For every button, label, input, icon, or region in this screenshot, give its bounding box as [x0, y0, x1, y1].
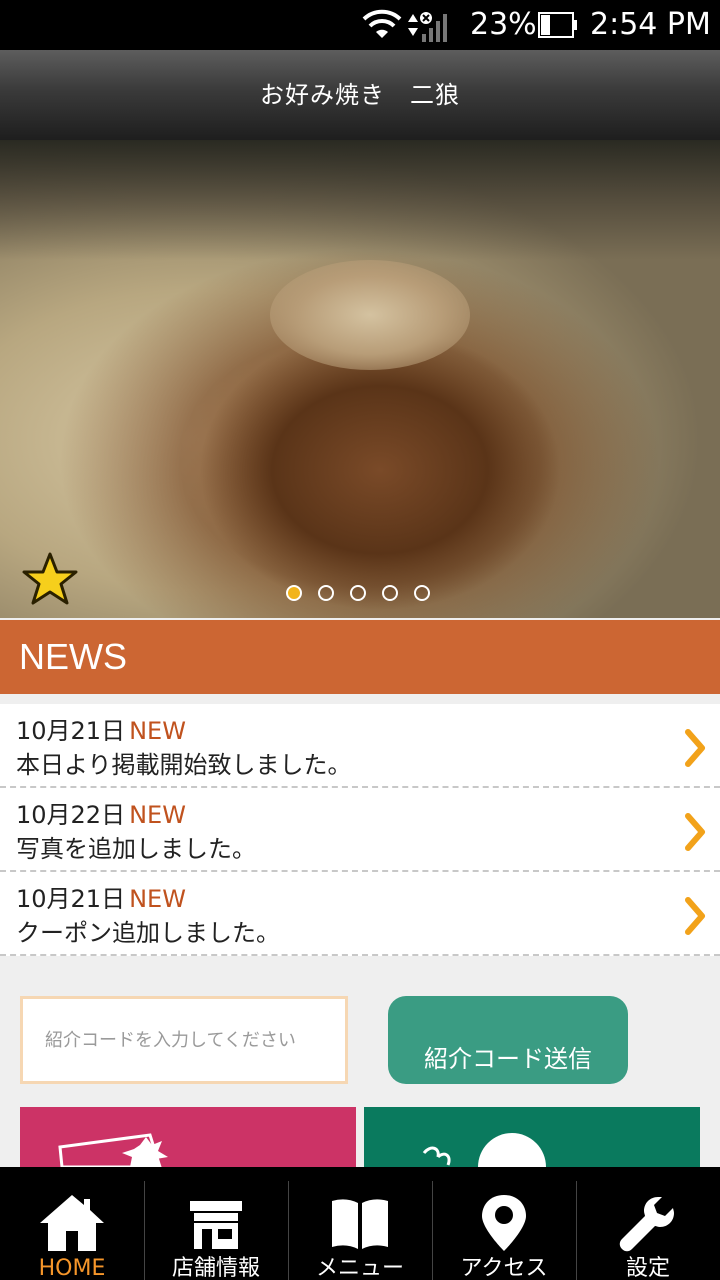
- news-list: 10月21日 NEW 本日より掲載開始致しました。 10月22日 NEW 写真を追加…: [0, 704, 720, 956]
- chevron-right-icon: [685, 897, 705, 935]
- battery-percent: 23%: [470, 7, 537, 42]
- referral-submit-button[interactable]: 紹介コード送信: [388, 996, 628, 1084]
- news-header: NEWS: [0, 620, 720, 694]
- book-icon: [332, 1199, 388, 1249]
- stamp-icon: [422, 1133, 546, 1167]
- news-date: 10月21日: [16, 717, 126, 745]
- battery-icon: [538, 12, 577, 38]
- referral-code-input[interactable]: [20, 996, 348, 1084]
- slide-dot[interactable]: [318, 585, 334, 601]
- favorite-star-icon[interactable]: [22, 552, 78, 606]
- store-icon: [190, 1201, 242, 1249]
- nav-label: アクセス: [460, 1256, 548, 1280]
- map-pin-icon: [482, 1195, 526, 1251]
- nav-home[interactable]: HOME: [0, 1167, 144, 1280]
- chevron-right-icon: [685, 729, 705, 767]
- news-text: 本日より掲載開始致しました。: [16, 751, 352, 779]
- news-date-line: 10月21日 NEW: [16, 884, 186, 914]
- new-badge: NEW: [129, 885, 186, 913]
- news-date-line: 10月22日 NEW: [16, 800, 186, 830]
- slide-dot[interactable]: [350, 585, 366, 601]
- news-date: 10月22日: [16, 801, 126, 829]
- hero-slider[interactable]: [0, 140, 720, 618]
- wrench-icon: [619, 1197, 674, 1252]
- news-item[interactable]: 10月21日 NEW 本日より掲載開始致しました。: [0, 704, 720, 788]
- stamp-tile[interactable]: [364, 1107, 700, 1167]
- news-date-line: 10月21日 NEW: [16, 716, 186, 746]
- news-item[interactable]: 10月22日 NEW 写真を追加しました。: [0, 788, 720, 872]
- nav-label: HOME: [38, 1256, 106, 1280]
- nav-label: メニュー: [315, 1256, 404, 1280]
- slide-dot[interactable]: [286, 585, 302, 601]
- nav-menu[interactable]: メニュー: [288, 1167, 432, 1280]
- new-badge: NEW: [129, 801, 186, 829]
- nav-access[interactable]: アクセス: [432, 1167, 576, 1280]
- slide-dot[interactable]: [414, 585, 430, 601]
- hero-image-topping: [270, 260, 470, 370]
- nav-store-info[interactable]: 店舗情報: [144, 1167, 288, 1280]
- nav-label: 設定: [625, 1256, 670, 1280]
- news-header-label: NEWS: [19, 636, 127, 677]
- news-text: クーポン追加しました。: [16, 919, 280, 947]
- coupon-tile[interactable]: [20, 1107, 356, 1167]
- clock: 2:54 PM: [590, 7, 711, 42]
- nav-settings[interactable]: 設定: [576, 1167, 720, 1280]
- news-date: 10月21日: [16, 885, 126, 913]
- new-badge: NEW: [129, 717, 186, 745]
- page-title: お好み焼き 二狼: [260, 81, 460, 109]
- news-text: 写真を追加しました。: [16, 835, 256, 863]
- nav-label: 店舗情報: [171, 1256, 260, 1280]
- coupon-icon: [58, 1133, 168, 1167]
- chevron-right-icon: [685, 813, 705, 851]
- app-bar: お好み焼き 二狼: [0, 50, 720, 140]
- bottom-nav: HOME 店舗情報 メニュー アクセス 設定: [0, 1167, 720, 1280]
- signal-icon: [408, 12, 447, 42]
- slide-indicator: [286, 585, 430, 603]
- wifi-icon: [362, 9, 402, 38]
- news-item[interactable]: 10月21日 NEW クーポン追加しました。: [0, 872, 720, 956]
- slide-dot[interactable]: [382, 585, 398, 601]
- hero-image-shade: [0, 140, 720, 260]
- home-icon: [40, 1195, 104, 1251]
- status-bar: 23% 2:54 PM: [0, 0, 720, 50]
